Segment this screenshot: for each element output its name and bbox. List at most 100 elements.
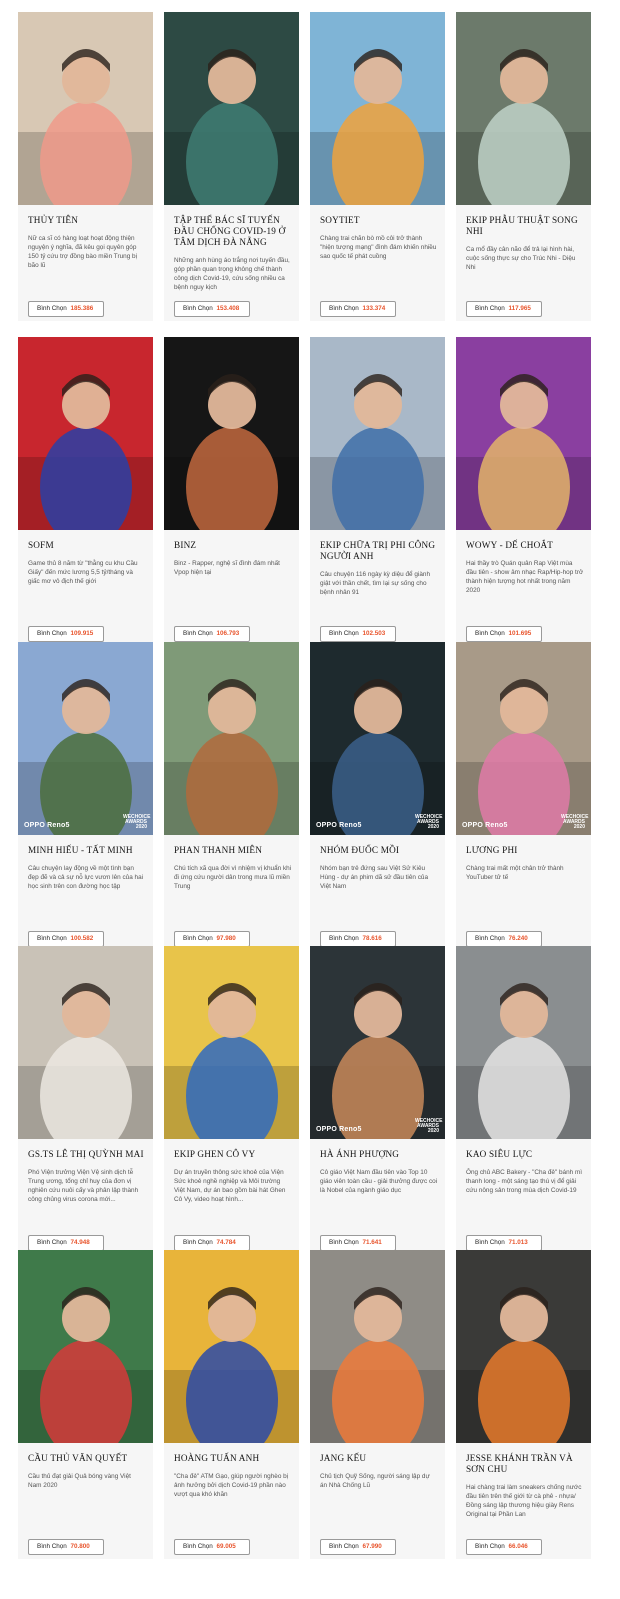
nominee-description: Nhóm bạn trẻ đứng sau Việt Sử Kiêu Hùng … <box>320 865 429 890</box>
vote-label: Bình Chọn <box>329 935 359 942</box>
nominee-description: Phó Viện trưởng Viện Vệ sinh dịch tễ Tru… <box>28 1169 139 1203</box>
vote-count: 78.616 <box>362 935 382 942</box>
vote-label: Bình Chọn <box>183 1239 213 1246</box>
nominee-description: Hai chàng trai làm sneakers chống nước đ… <box>466 1484 582 1518</box>
nominee-card[interactable]: WOWY - DẾ CHOẮT Hai thầy trò Quán quân Ra… <box>456 337 591 646</box>
vote-button[interactable]: Bình Chọn 101.695 <box>466 626 542 642</box>
nominee-photo[interactable]: OPPO Reno5 WECHOICE AWARDS 2020 <box>310 642 445 835</box>
nominee-card[interactable]: OPPO Reno5 WECHOICE AWARDS 2020 LƯƠNG PHI Chà… <box>456 642 591 951</box>
nominee-name: EKIP PHẪU THUẬT SONG NHI <box>466 215 578 236</box>
nominee-description: Chàng trai chăn bò mồ côi trở thành "hiệ… <box>320 235 437 260</box>
nominee-photo[interactable]: OPPO Reno5 WECHOICE AWARDS 2020 <box>18 642 153 835</box>
nominee-photo[interactable] <box>164 12 299 205</box>
vote-count: 153.408 <box>216 305 240 312</box>
nominee-photo[interactable] <box>164 1250 299 1443</box>
nominee-card[interactable]: EKIP PHẪU THUẬT SONG NHI Ca mổ đầy cân nã… <box>456 12 591 321</box>
nominee-card[interactable]: SOYTIET Chàng trai chăn bò mồ côi trở thà… <box>310 12 445 321</box>
nominee-description: Những anh hùng áo trắng nơi tuyến đầu, g… <box>174 257 290 291</box>
vote-count: 76.240 <box>508 935 528 942</box>
nominee-card[interactable]: SOFM Game thủ 8 năm từ "thằng cu khu Cầu … <box>18 337 153 646</box>
vote-label: Bình Chọn <box>37 1543 67 1550</box>
vote-count: 69.005 <box>216 1543 236 1550</box>
nominee-photo[interactable] <box>18 12 153 205</box>
nominee-card[interactable]: PHAN THANH MIÊN Chú tích xã qua đời vì nh… <box>164 642 299 951</box>
vote-count: 109.915 <box>70 630 94 637</box>
vote-label: Bình Chọn <box>329 630 359 637</box>
nominee-card[interactable]: THỦY TIÊN Nữ ca sĩ có hàng loạt hoạt động… <box>18 12 153 321</box>
nominee-card[interactable]: HOÀNG TUẤN ANH "Cha đẻ" ATM Gạo, giúp ngư… <box>164 1250 299 1559</box>
nominee-card[interactable]: GS.TS LÊ THỊ QUỲNH MAI Phó Viện trưởng Vi… <box>18 946 153 1255</box>
vote-button[interactable]: Bình Chọn 106.793 <box>174 626 250 642</box>
nominee-photo[interactable] <box>164 337 299 530</box>
vote-button[interactable]: Bình Chọn 100.582 <box>28 931 104 947</box>
nominee-photo[interactable] <box>456 1250 591 1443</box>
nominee-card[interactable]: OPPO Reno5 WECHOICE AWARDS 2020 HÀ ÁNH PHƯỢN… <box>310 946 445 1255</box>
nominee-card[interactable]: CẦU THỦ VĂN QUYẾT Cầu thủ đạt giải Quả bó… <box>18 1250 153 1559</box>
vote-label: Bình Chọn <box>329 305 359 312</box>
nominee-description: Nữ ca sĩ có hàng loạt hoạt động thiện ng… <box>28 235 138 269</box>
vote-button[interactable]: Bình Chọn 71.641 <box>320 1235 396 1251</box>
nominee-description: Ca mổ đầy cân não để trả lại hình hài, c… <box>466 246 576 271</box>
vote-button[interactable]: Bình Chọn 109.915 <box>28 626 104 642</box>
nominee-photo[interactable] <box>310 1250 445 1443</box>
nominee-photo[interactable] <box>456 12 591 205</box>
vote-label: Bình Chọn <box>37 1239 67 1246</box>
vote-button[interactable]: Bình Chọn 74.948 <box>28 1235 104 1251</box>
nominee-card[interactable]: EKIP CHỮA TRỊ PHI CÔNG NGƯỜI ANH Câu chuy… <box>310 337 445 646</box>
vote-count: 70.800 <box>70 1543 90 1550</box>
nominee-photo[interactable] <box>310 337 445 530</box>
nominee-name: SOYTIET <box>320 215 360 225</box>
vote-button[interactable]: Bình Chọn 67.990 <box>320 1539 396 1555</box>
vote-count: 74.784 <box>216 1239 236 1246</box>
vote-button[interactable]: Bình Chọn 76.240 <box>466 931 542 947</box>
nominee-name: JANG KẾU <box>320 1453 367 1463</box>
nominee-photo[interactable] <box>456 337 591 530</box>
nominee-name: LƯƠNG PHI <box>466 845 518 855</box>
vote-button[interactable]: Bình Chọn 70.800 <box>28 1539 104 1555</box>
nominee-photo[interactable] <box>456 946 591 1139</box>
vote-count: 102.503 <box>362 630 386 637</box>
nominee-name: HÀ ÁNH PHƯỢNG <box>320 1149 400 1159</box>
nominee-photo[interactable] <box>164 642 299 835</box>
nominee-photo[interactable] <box>18 337 153 530</box>
nominee-card[interactable]: EKIP GHEN CÔ VY Dự án truyền thông sức kh… <box>164 946 299 1255</box>
nominee-photo[interactable] <box>18 946 153 1139</box>
vote-label: Bình Chọn <box>183 305 213 312</box>
nominee-description: Cô giáo Việt Nam đầu tiên vào Top 10 giá… <box>320 1169 438 1194</box>
vote-button[interactable]: Bình Chọn 78.616 <box>320 931 396 947</box>
nominee-description: "Cha đẻ" ATM Gạo, giúp người nghèo bị ản… <box>174 1473 289 1498</box>
nominee-card[interactable]: JANG KẾU Chủ tịch Quỹ Sống, người sáng lậ… <box>310 1250 445 1559</box>
vote-count: 117.965 <box>508 305 531 312</box>
nominee-photo[interactable] <box>18 1250 153 1443</box>
nominee-description: Ông chủ ABC Bakery - "Cha đẻ" bánh mì th… <box>466 1169 583 1194</box>
nominee-description: Câu chuyện 116 ngày kỳ diệu để giành giậ… <box>320 571 431 596</box>
award-logo: WECHOICE AWARDS 2020 <box>561 814 589 830</box>
vote-button[interactable]: Bình Chọn 66.046 <box>466 1539 542 1555</box>
vote-label: Bình Chọn <box>475 1239 505 1246</box>
nominee-card[interactable]: KAO SIÊU LỰC Ông chủ ABC Bakery - "Cha đẻ… <box>456 946 591 1255</box>
nominee-card[interactable]: OPPO Reno5 WECHOICE AWARDS 2020 MINH HIẾU - … <box>18 642 153 951</box>
nominee-photo[interactable]: OPPO Reno5 WECHOICE AWARDS 2020 <box>310 946 445 1139</box>
nominee-card[interactable]: OPPO Reno5 WECHOICE AWARDS 2020 NHÓM ĐUỐC MỒ… <box>310 642 445 951</box>
vote-button[interactable]: Bình Chọn 97.980 <box>174 931 250 947</box>
vote-button[interactable]: Bình Chọn 102.503 <box>320 626 396 642</box>
nominee-card[interactable]: BINZ Binz - Rapper, nghệ sĩ đình đám nhất… <box>164 337 299 646</box>
vote-label: Bình Chọn <box>475 630 505 637</box>
brand-watermark: OPPO Reno5 <box>316 1126 362 1133</box>
nominee-photo[interactable] <box>310 12 445 205</box>
vote-count: 71.013 <box>508 1239 528 1246</box>
vote-button[interactable]: Bình Chọn 133.374 <box>320 301 396 317</box>
vote-label: Bình Chọn <box>183 630 213 637</box>
nominee-card[interactable]: JESSE KHÁNH TRẦN VÀ SƠN CHU Hai chàng tra… <box>456 1250 591 1559</box>
nominee-photo[interactable]: OPPO Reno5 WECHOICE AWARDS 2020 <box>456 642 591 835</box>
vote-button[interactable]: Bình Chọn 69.005 <box>174 1539 250 1555</box>
vote-button[interactable]: Bình Chọn 117.965 <box>466 301 542 317</box>
nominee-photo[interactable] <box>164 946 299 1139</box>
vote-button[interactable]: Bình Chọn 185.386 <box>28 301 104 317</box>
nominee-card[interactable]: TẬP THỂ BÁC SĨ TUYẾN ĐẦU CHỐNG COVID-19 … <box>164 12 299 321</box>
vote-button[interactable]: Bình Chọn 153.408 <box>174 301 250 317</box>
vote-count: 185.386 <box>70 305 94 312</box>
vote-button[interactable]: Bình Chọn 74.784 <box>174 1235 250 1251</box>
vote-button[interactable]: Bình Chọn 71.013 <box>466 1235 542 1251</box>
vote-count: 97.980 <box>216 935 236 942</box>
